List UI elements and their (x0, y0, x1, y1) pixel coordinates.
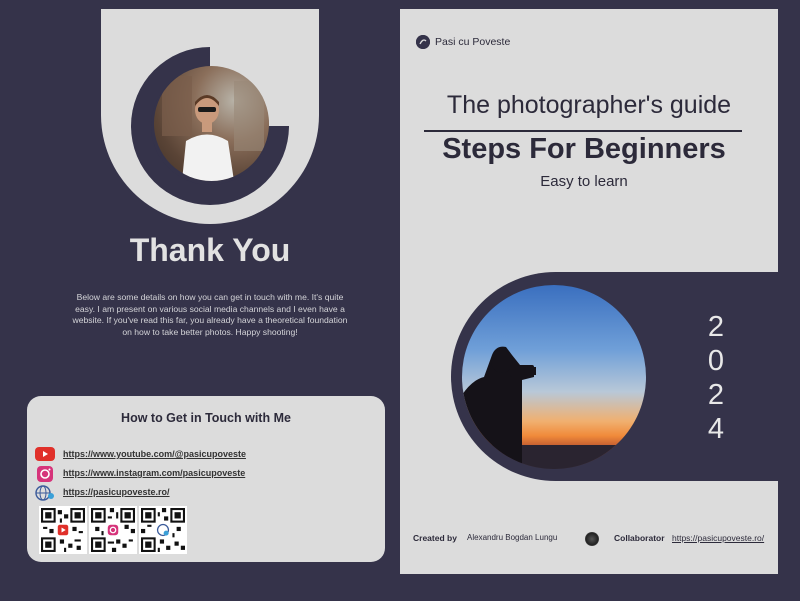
brand: Pasi cu Poveste (416, 35, 510, 49)
year-digit: 2 (707, 311, 725, 343)
youtube-qr-code (39, 506, 87, 554)
cover-footer-panel (400, 481, 778, 574)
instagram-link[interactable]: https://www.instagram.com/pasicupoveste (35, 465, 246, 482)
collaborator-link[interactable]: https://pasicupoveste.ro/ (672, 533, 764, 543)
website-qr-code (139, 506, 187, 554)
collaborator-label: Collaborator (614, 533, 665, 543)
year-digit: 0 (707, 345, 725, 377)
brand-logo-icon (416, 35, 430, 49)
youtube-link[interactable]: https://www.youtube.com/@pasicupoveste (35, 446, 246, 462)
guide-tagline: Easy to learn (540, 173, 628, 190)
contact-title: How to Get in Touch with Me (121, 411, 291, 425)
author-portrait-photo (154, 66, 269, 181)
created-by-label: Created by (413, 533, 457, 543)
thank-you-heading: Thank You (129, 232, 291, 268)
instagram-qr-code (89, 506, 137, 554)
brand-name: Pasi cu Poveste (435, 36, 511, 48)
youtube-link-label: https://www.youtube.com/@pasicupoveste (63, 449, 246, 459)
guide-subtitle: Steps For Beginners (442, 133, 726, 165)
website-link-label: https://pasicupoveste.ro/ (63, 487, 170, 497)
title-divider (424, 130, 742, 132)
year-digit: 2 (707, 379, 725, 411)
youtube-icon (35, 447, 55, 461)
collaborator-avatar (585, 532, 599, 546)
intro-paragraph: Below are some details on how you can ge… (72, 292, 348, 337)
instagram-icon (35, 466, 55, 482)
website-link[interactable]: https://pasicupoveste.ro/ (35, 484, 170, 501)
instagram-link-label: https://www.instagram.com/pasicupoveste (63, 468, 246, 478)
year-digit: 4 (707, 413, 725, 445)
year-vertical: 2 0 2 4 (700, 310, 732, 446)
guide-title: The photographer's guide (446, 91, 732, 119)
globe-icon (35, 485, 55, 501)
author-name: Alexandru Bogdan Lungu (467, 533, 558, 542)
contact-card: How to Get in Touch with Me https://www.… (27, 396, 385, 562)
photographer-silhouette-photo (462, 285, 646, 469)
